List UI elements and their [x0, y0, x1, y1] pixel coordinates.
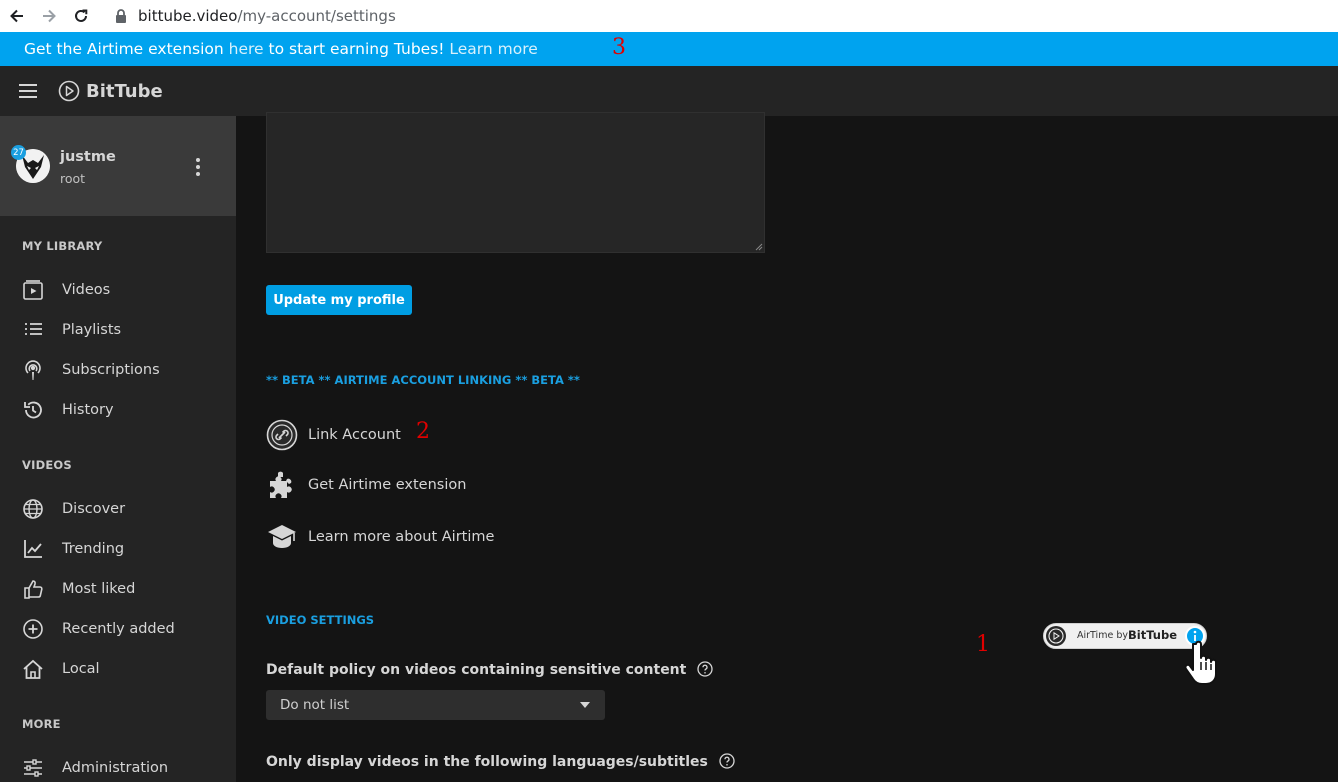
- resize-handle-icon[interactable]: [755, 243, 763, 251]
- url-host: bittube.video: [138, 7, 238, 25]
- sensitive-content-label-text: Default policy on videos containing sens…: [266, 662, 687, 678]
- section-title-more: MORE: [22, 717, 61, 731]
- airtime-widget-prefix: AirTime by: [1077, 630, 1128, 641]
- section-title-my-library: MY LIBRARY: [22, 239, 103, 253]
- annotation-marker-2: 2: [416, 419, 430, 444]
- sidebar-item-subscriptions[interactable]: Subscriptions: [0, 350, 236, 390]
- sidebar-item-label: Local: [62, 661, 100, 677]
- link-account-label: Link Account: [308, 427, 401, 443]
- section-title-videos: VIDEOS: [22, 458, 72, 472]
- banner-text-prefix: Get the Airtime extension: [24, 40, 229, 58]
- sidebar-item-label: Trending: [62, 541, 125, 557]
- sidebar: 27 justme root MY LIBRARY Videos Playlis…: [0, 116, 236, 782]
- sidebar-item-trending[interactable]: Trending: [0, 529, 236, 569]
- sensitive-content-selected-value: Do not list: [280, 697, 350, 713]
- brand-name: BitTube: [86, 80, 163, 102]
- more-vertical-icon: [196, 158, 200, 176]
- user-name: justme: [60, 149, 116, 165]
- sidebar-item-label: Recently added: [62, 621, 175, 637]
- languages-label: Only display videos in the following lan…: [266, 753, 735, 770]
- list-icon: [25, 323, 42, 335]
- brand-logo[interactable]: BitTube: [58, 79, 163, 103]
- podcast-icon: [25, 360, 41, 380]
- arrow-left-icon: [10, 9, 23, 23]
- get-airtime-extension-link[interactable]: Get Airtime extension: [266, 468, 466, 502]
- video-icon: [23, 280, 43, 300]
- plus-circle-icon: [23, 619, 43, 639]
- home-icon: [23, 659, 43, 679]
- learn-more-airtime-label: Learn more about Airtime: [308, 529, 495, 545]
- forward-button[interactable]: [38, 5, 60, 27]
- arrow-right-icon: [43, 9, 56, 23]
- profile-description-textarea[interactable]: [266, 112, 765, 253]
- airtime-widget-brand: BitTube: [1128, 628, 1178, 642]
- trending-icon: [24, 540, 42, 558]
- get-airtime-extension-label: Get Airtime extension: [308, 477, 467, 493]
- graduation-cap-icon: [268, 525, 296, 548]
- puzzle-piece-icon: [270, 471, 292, 498]
- sidebar-item-label: Playlists: [62, 322, 122, 338]
- sidebar-item-most-liked[interactable]: Most liked: [0, 569, 236, 609]
- play-circle-icon: [1046, 626, 1066, 646]
- sidebar-item-label: Administration: [62, 760, 169, 776]
- airtime-banner: Get the Airtime extension here to start …: [0, 32, 1338, 66]
- sidebar-item-recently-added[interactable]: Recently added: [0, 609, 236, 649]
- browser-toolbar: bittube.video/my-account/settings: [0, 0, 1338, 32]
- app-header: BitTube: [0, 66, 1338, 116]
- sensitive-content-select[interactable]: Do not list: [266, 690, 605, 720]
- sidebar-item-local[interactable]: Local: [0, 649, 236, 689]
- banner-here-link[interactable]: here: [229, 40, 264, 58]
- reload-icon: [75, 9, 88, 22]
- sidebar-item-discover[interactable]: Discover: [0, 489, 236, 529]
- sliders-icon: [24, 759, 42, 777]
- sidebar-item-videos[interactable]: Videos: [0, 270, 236, 310]
- learn-more-airtime-link[interactable]: Learn more about Airtime: [266, 520, 496, 554]
- sidebar-item-administration[interactable]: Administration: [0, 748, 236, 782]
- annotation-marker-1: 1: [976, 632, 990, 657]
- hamburger-icon: [19, 84, 37, 98]
- back-button[interactable]: [6, 5, 28, 27]
- reload-button[interactable]: [70, 5, 92, 27]
- sidebar-item-playlists[interactable]: Playlists: [0, 310, 236, 350]
- sensitive-content-label: Default policy on videos containing sens…: [266, 661, 713, 678]
- sidebar-item-label: History: [62, 402, 114, 418]
- history-icon: [24, 401, 42, 419]
- update-profile-button[interactable]: Update my profile: [266, 285, 412, 315]
- languages-label-text: Only display videos in the following lan…: [266, 754, 708, 770]
- sidebar-item-label: Most liked: [62, 581, 136, 597]
- play-circle-icon: [58, 80, 80, 102]
- settings-content: Update my profile ** BETA ** AIRTIME ACC…: [236, 112, 1338, 782]
- airtime-section-heading: ** BETA ** AIRTIME ACCOUNT LINKING ** BE…: [266, 373, 580, 387]
- sidebar-item-history[interactable]: History: [0, 390, 236, 430]
- globe-icon: [23, 499, 43, 519]
- sidebar-item-label: Discover: [62, 501, 126, 517]
- help-circle-icon[interactable]: [697, 661, 713, 677]
- user-panel: 27 justme root: [0, 116, 236, 216]
- banner-text-middle: to start earning Tubes!: [263, 40, 450, 58]
- lock-icon: [116, 9, 126, 23]
- sidebar-item-label: Videos: [62, 282, 111, 298]
- notification-badge: 27: [11, 145, 26, 160]
- menu-toggle-button[interactable]: [18, 81, 38, 101]
- video-settings-heading: VIDEO SETTINGS: [266, 613, 375, 627]
- link-account-button[interactable]: Link Account: [266, 418, 406, 452]
- caret-down-icon: [580, 702, 590, 708]
- user-menu-button[interactable]: [190, 156, 206, 178]
- address-bar[interactable]: bittube.video/my-account/settings: [102, 2, 1338, 30]
- hand-cursor-icon: [1184, 640, 1217, 685]
- user-role: root: [60, 171, 86, 186]
- thumbs-up-icon: [24, 580, 43, 599]
- sidebar-item-label: Subscriptions: [62, 362, 160, 378]
- url-path: /my-account/settings: [237, 7, 396, 25]
- annotation-marker-3: 3: [612, 35, 626, 60]
- help-circle-icon[interactable]: [719, 753, 735, 769]
- link-circle-icon: [266, 419, 298, 451]
- banner-learn-more-link[interactable]: Learn more: [449, 40, 537, 58]
